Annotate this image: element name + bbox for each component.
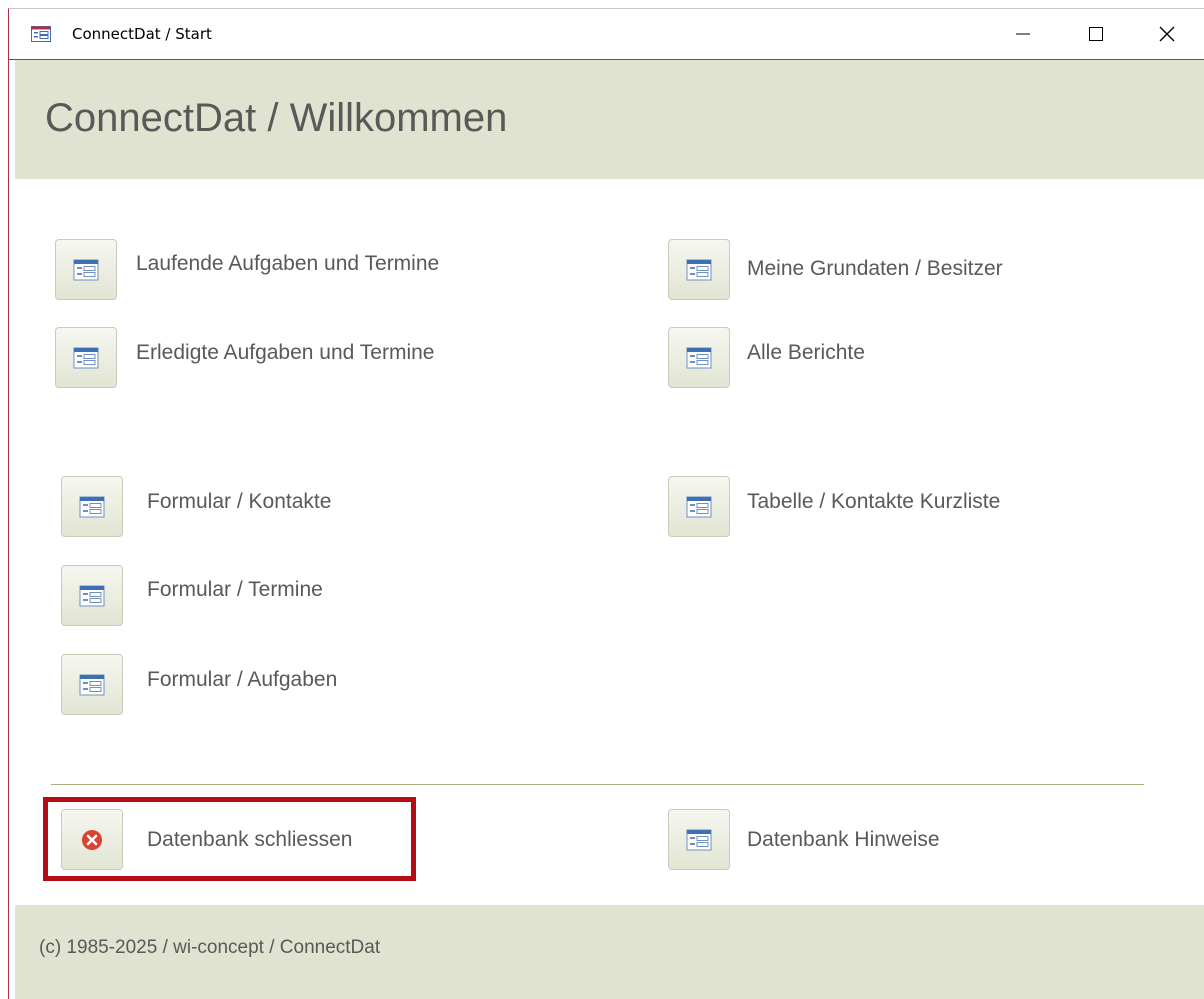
form-icon: [686, 347, 712, 368]
alle-berichte-button[interactable]: [668, 327, 730, 388]
footer-band: (c) 1985-2025 / wi-concept / ConnectDat: [15, 905, 1204, 999]
maximize-icon: [1089, 27, 1103, 41]
formular-aufgaben-button[interactable]: [61, 654, 123, 715]
laufende-aufgaben-button[interactable]: [55, 239, 117, 300]
copyright-text: (c) 1985-2025 / wi-concept / ConnectDat: [39, 937, 381, 958]
erledigte-aufgaben-label[interactable]: Erledigte Aufgaben und Termine: [136, 341, 435, 365]
form-icon: [686, 829, 712, 850]
laufende-aufgaben-label[interactable]: Laufende Aufgaben und Termine: [136, 252, 439, 276]
page-title: ConnectDat / Willkommen: [45, 96, 508, 140]
formular-aufgaben-label[interactable]: Formular / Aufgaben: [147, 668, 337, 692]
form-icon: [73, 259, 99, 280]
form-icon: [79, 496, 105, 517]
form-icon: [686, 259, 712, 280]
close-icon: [1159, 26, 1175, 42]
close-circle-icon: [82, 829, 102, 850]
application-window: ConnectDat / Start ConnectDat / Willkomm…: [8, 8, 1204, 999]
minimize-button[interactable]: [993, 11, 1053, 57]
form-icon: [686, 496, 712, 517]
form-icon: [79, 585, 105, 606]
divider: [51, 784, 1144, 785]
maximize-button[interactable]: [1066, 11, 1126, 57]
header-band: ConnectDat / Willkommen: [15, 60, 1204, 179]
datenbank-schliessen-label[interactable]: Datenbank schliessen: [147, 828, 352, 852]
form-icon: [31, 26, 51, 42]
grunddaten-label[interactable]: Meine Grundaten / Besitzer: [747, 257, 1003, 281]
formular-termine-label[interactable]: Formular / Termine: [147, 578, 323, 602]
erledigte-aufgaben-button[interactable]: [55, 327, 117, 388]
close-window-button[interactable]: [1137, 11, 1197, 57]
title-bar[interactable]: ConnectDat / Start: [9, 9, 1204, 60]
datenbank-hinweise-button[interactable]: [668, 809, 730, 870]
formular-kontakte-button[interactable]: [61, 476, 123, 537]
datenbank-hinweise-label[interactable]: Datenbank Hinweise: [747, 828, 940, 852]
minimize-icon: [1016, 33, 1030, 35]
formular-termine-button[interactable]: [61, 565, 123, 626]
formular-kontakte-label[interactable]: Formular / Kontakte: [147, 490, 331, 514]
form-icon: [79, 674, 105, 695]
kontakte-kurzliste-button[interactable]: [668, 476, 730, 537]
form-icon: [73, 347, 99, 368]
datenbank-schliessen-button[interactable]: [61, 809, 123, 870]
window-title: ConnectDat / Start: [72, 25, 212, 43]
alle-berichte-label[interactable]: Alle Berichte: [747, 341, 865, 365]
kontakte-kurzliste-label[interactable]: Tabelle / Kontakte Kurzliste: [747, 490, 1000, 514]
grunddaten-button[interactable]: [668, 239, 730, 300]
